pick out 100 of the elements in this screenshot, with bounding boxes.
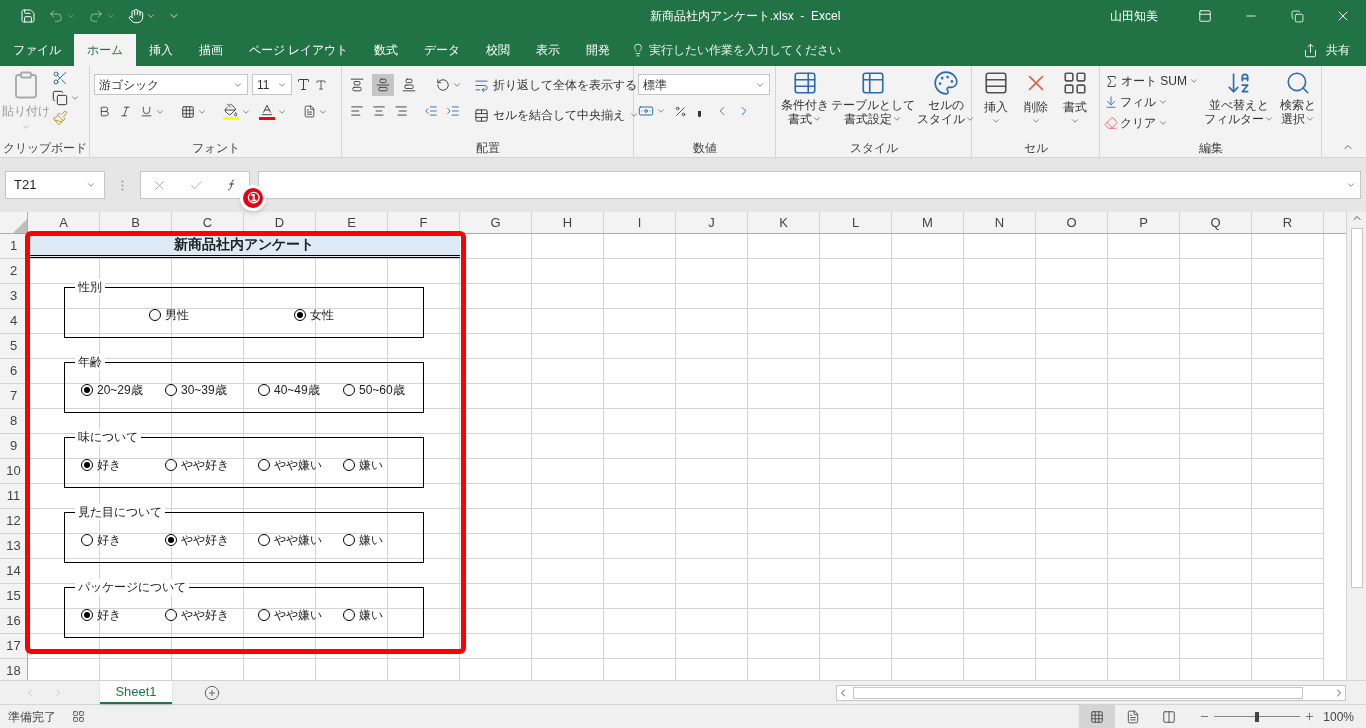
- column-header[interactable]: K: [748, 212, 820, 233]
- styles-button[interactable]: 条件付き 書式: [780, 70, 830, 139]
- row-header[interactable]: 16: [0, 609, 28, 634]
- row-header[interactable]: 4: [0, 309, 28, 334]
- row-header[interactable]: 12: [0, 509, 28, 534]
- radio-button[interactable]: [81, 609, 93, 621]
- radio-button[interactable]: [165, 459, 177, 471]
- borders-button[interactable]: [181, 104, 207, 119]
- view-button[interactable]: [1079, 704, 1116, 728]
- sheet-tab[interactable]: Sheet1: [100, 681, 172, 704]
- number-format-field[interactable]: 標準: [638, 74, 770, 95]
- row-header[interactable]: 1: [0, 234, 28, 259]
- share-button[interactable]: 共有: [1303, 34, 1366, 66]
- tell-me-field[interactable]: 実行したい作業を入力してください: [631, 34, 842, 66]
- radio-button[interactable]: [343, 609, 355, 621]
- column-header[interactable]: Q: [1180, 212, 1252, 233]
- touch-mode-button[interactable]: [128, 8, 156, 24]
- vertical-align-button[interactable]: [372, 74, 394, 96]
- row-header[interactable]: 8: [0, 409, 28, 434]
- column-header[interactable]: L: [820, 212, 892, 233]
- font-size-field[interactable]: 11: [252, 74, 292, 95]
- new-sheet-button[interactable]: [204, 684, 220, 701]
- radio-button[interactable]: [165, 609, 177, 621]
- column-header[interactable]: G: [460, 212, 532, 233]
- column-header[interactable]: J: [676, 212, 748, 233]
- font-color-button[interactable]: [259, 103, 287, 120]
- orientation-button[interactable]: [436, 78, 462, 92]
- radio-button[interactable]: [258, 459, 270, 471]
- radio-button[interactable]: [294, 309, 306, 321]
- row-header[interactable]: 3: [0, 284, 28, 309]
- radio-button[interactable]: [343, 384, 355, 396]
- styles-button[interactable]: セルの スタイル: [916, 70, 976, 139]
- radio-button[interactable]: [258, 384, 270, 396]
- autosum-button[interactable]: オート SUM: [1104, 72, 1199, 90]
- column-header[interactable]: O: [1036, 212, 1108, 233]
- radio-button[interactable]: [149, 309, 161, 321]
- percent-button[interactable]: [674, 104, 687, 118]
- save-button[interactable]: [20, 8, 36, 24]
- radio-button[interactable]: [165, 534, 177, 546]
- vertical-scrollbar[interactable]: [1346, 212, 1366, 680]
- column-header[interactable]: R: [1252, 212, 1324, 233]
- row-header[interactable]: 13: [0, 534, 28, 559]
- radio-button[interactable]: [81, 459, 93, 471]
- ribbon-tab[interactable]: 開発: [573, 34, 624, 66]
- ribbon-tab[interactable]: ホーム: [74, 34, 136, 66]
- column-header[interactable]: H: [532, 212, 604, 233]
- row-header[interactable]: 17: [0, 634, 28, 659]
- column-header[interactable]: A: [28, 212, 100, 233]
- ribbon-tab[interactable]: 校閲: [473, 34, 524, 66]
- italic-button[interactable]: [119, 105, 132, 118]
- column-header[interactable]: D: [244, 212, 316, 233]
- radio-button[interactable]: [258, 534, 270, 546]
- row-header[interactable]: 10: [0, 459, 28, 484]
- align-right-button[interactable]: [394, 104, 408, 118]
- radio-button[interactable]: [81, 384, 93, 396]
- cells-button[interactable]: 削除: [1015, 70, 1056, 139]
- radio-button[interactable]: [343, 459, 355, 471]
- row-header[interactable]: 11: [0, 484, 28, 509]
- radio-button[interactable]: [343, 534, 355, 546]
- row-header[interactable]: 6: [0, 359, 28, 384]
- row-header[interactable]: 2: [0, 259, 28, 284]
- row-header[interactable]: 9: [0, 434, 28, 459]
- underline-button[interactable]: [140, 105, 165, 118]
- currency-button[interactable]: [638, 103, 666, 119]
- row-header[interactable]: 18: [0, 659, 28, 680]
- cells-button[interactable]: 書式: [1055, 70, 1095, 139]
- wrap-text-button[interactable]: 折り返して全体を表示する: [474, 74, 639, 96]
- row-header[interactable]: 15: [0, 584, 28, 609]
- align-left-button[interactable]: [350, 104, 364, 118]
- radio-button[interactable]: [258, 609, 270, 621]
- cells-button[interactable]: 挿入: [976, 70, 1016, 139]
- fill-button[interactable]: フィル: [1104, 93, 1199, 111]
- column-header[interactable]: I: [604, 212, 676, 233]
- styles-button[interactable]: テーブルとして 書式設定: [830, 70, 916, 139]
- radio-button[interactable]: [81, 534, 93, 546]
- ribbon-tab[interactable]: ファイル: [0, 34, 74, 66]
- zoom-slider-thumb[interactable]: [1255, 711, 1260, 722]
- column-header[interactable]: B: [100, 212, 172, 233]
- column-header[interactable]: M: [892, 212, 964, 233]
- column-header[interactable]: E: [316, 212, 388, 233]
- row-header[interactable]: 7: [0, 384, 28, 409]
- row-header[interactable]: 5: [0, 334, 28, 359]
- ribbon-tab[interactable]: 挿入: [136, 34, 186, 66]
- formula-input[interactable]: [258, 171, 1361, 199]
- row-header[interactable]: 14: [0, 559, 28, 584]
- zoom-slider[interactable]: [1214, 711, 1301, 722]
- copy-button[interactable]: [52, 90, 80, 106]
- name-box[interactable]: T21: [5, 171, 105, 199]
- column-header[interactable]: F: [388, 212, 460, 233]
- column-header[interactable]: N: [964, 212, 1036, 233]
- font-name-field[interactable]: 游ゴシック: [94, 74, 248, 95]
- column-header[interactable]: C: [172, 212, 244, 233]
- merge-center-button[interactable]: セルを結合して中央揃え: [474, 104, 639, 126]
- editing-button[interactable]: 並べ替えと フィルター: [1203, 70, 1275, 139]
- column-header[interactable]: P: [1108, 212, 1180, 233]
- ribbon-tab[interactable]: データ: [411, 34, 474, 66]
- ribbon-tab[interactable]: 描画: [186, 34, 236, 66]
- phonetic-button[interactable]: [303, 105, 328, 118]
- radio-button[interactable]: [165, 384, 177, 396]
- ribbon-tab[interactable]: 数式: [361, 34, 412, 66]
